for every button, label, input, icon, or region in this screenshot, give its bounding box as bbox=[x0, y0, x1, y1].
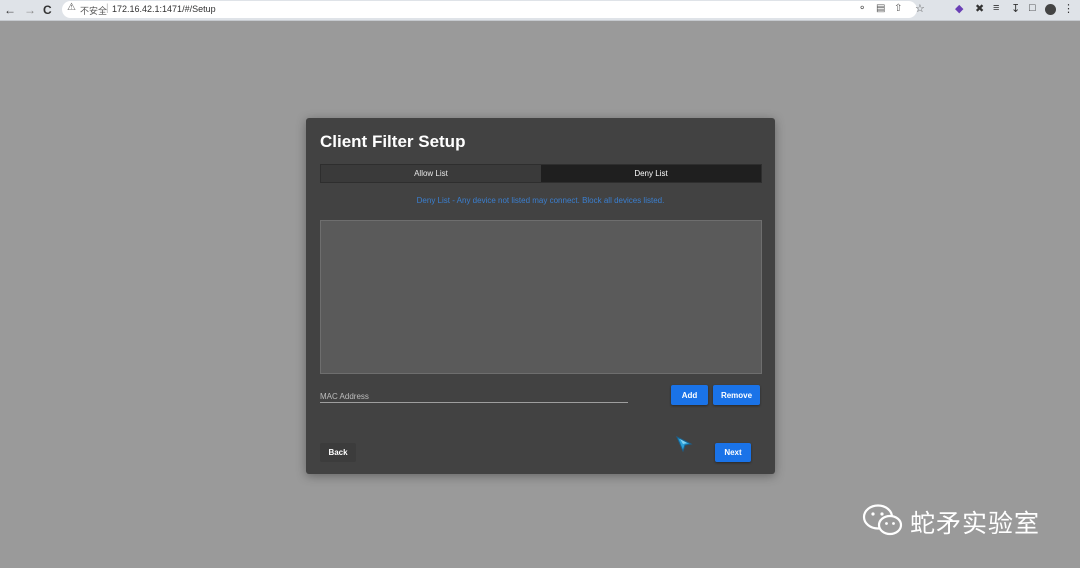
dialog-title: Client Filter Setup bbox=[320, 132, 466, 151]
download-icon[interactable]: ↧ bbox=[1011, 2, 1020, 15]
reload-icon[interactable]: C bbox=[43, 2, 52, 18]
wechat-icon bbox=[862, 504, 903, 536]
url-text[interactable]: 172.16.42.1:1471/#/Setup bbox=[112, 4, 216, 14]
side-panel-icon[interactable]: □ bbox=[1029, 2, 1036, 14]
watermark-text: 蛇矛实验室 bbox=[910, 509, 1041, 538]
client-filter-dialog: Client Filter Setup Allow List Deny List… bbox=[306, 118, 775, 474]
remove-button[interactable]: Remove bbox=[713, 385, 760, 405]
tab-deny-list[interactable]: Deny List bbox=[541, 165, 761, 182]
mac-address-field[interactable] bbox=[320, 386, 628, 405]
translate-icon[interactable]: ▤ bbox=[876, 3, 885, 14]
menu-icon[interactable]: ⋮ bbox=[1063, 2, 1074, 15]
extension-icon[interactable]: ◆ bbox=[955, 2, 963, 15]
forward-arrow-icon[interactable]: → bbox=[24, 2, 36, 18]
browser-toolbar: ← → C ⚠ 不安全 | 172.16.42.1:1471/#/Setup ⚬… bbox=[0, 0, 1080, 21]
address-separator: | bbox=[106, 3, 109, 14]
add-button[interactable]: Add bbox=[671, 385, 708, 405]
mac-address-list[interactable] bbox=[320, 220, 762, 374]
puzzle-icon[interactable]: ✖ bbox=[975, 2, 984, 15]
tab-allow-list[interactable]: Allow List bbox=[321, 165, 541, 182]
warning-icon[interactable]: ⚠ bbox=[67, 2, 76, 13]
list-mode-tabs: Allow List Deny List bbox=[320, 164, 762, 183]
security-label[interactable]: 不安全 bbox=[80, 4, 107, 17]
share-icon[interactable]: ⇧ bbox=[894, 3, 902, 14]
next-button[interactable]: Next bbox=[715, 443, 751, 462]
address-bar[interactable]: ⚠ 不安全 | 172.16.42.1:1471/#/Setup ⚬ ▤ ⇧ bbox=[62, 1, 917, 18]
extensions-area: ◆ ✖ ≡ ↧ □ ⋮ bbox=[935, 0, 1080, 20]
back-arrow-icon[interactable]: ← bbox=[4, 2, 16, 18]
key-icon[interactable]: ⚬ bbox=[858, 3, 866, 14]
avatar[interactable] bbox=[1045, 4, 1056, 15]
mac-address-input[interactable] bbox=[320, 388, 628, 405]
watermark: 蛇矛实验室 bbox=[862, 500, 1062, 540]
back-button[interactable]: Back bbox=[320, 443, 356, 462]
mouse-cursor-icon bbox=[676, 435, 693, 453]
deny-list-hint: Deny List - Any device not listed may co… bbox=[416, 196, 665, 205]
reading-list-icon[interactable]: ≡ bbox=[993, 2, 999, 14]
bookmark-star-icon[interactable]: ☆ bbox=[915, 2, 925, 15]
